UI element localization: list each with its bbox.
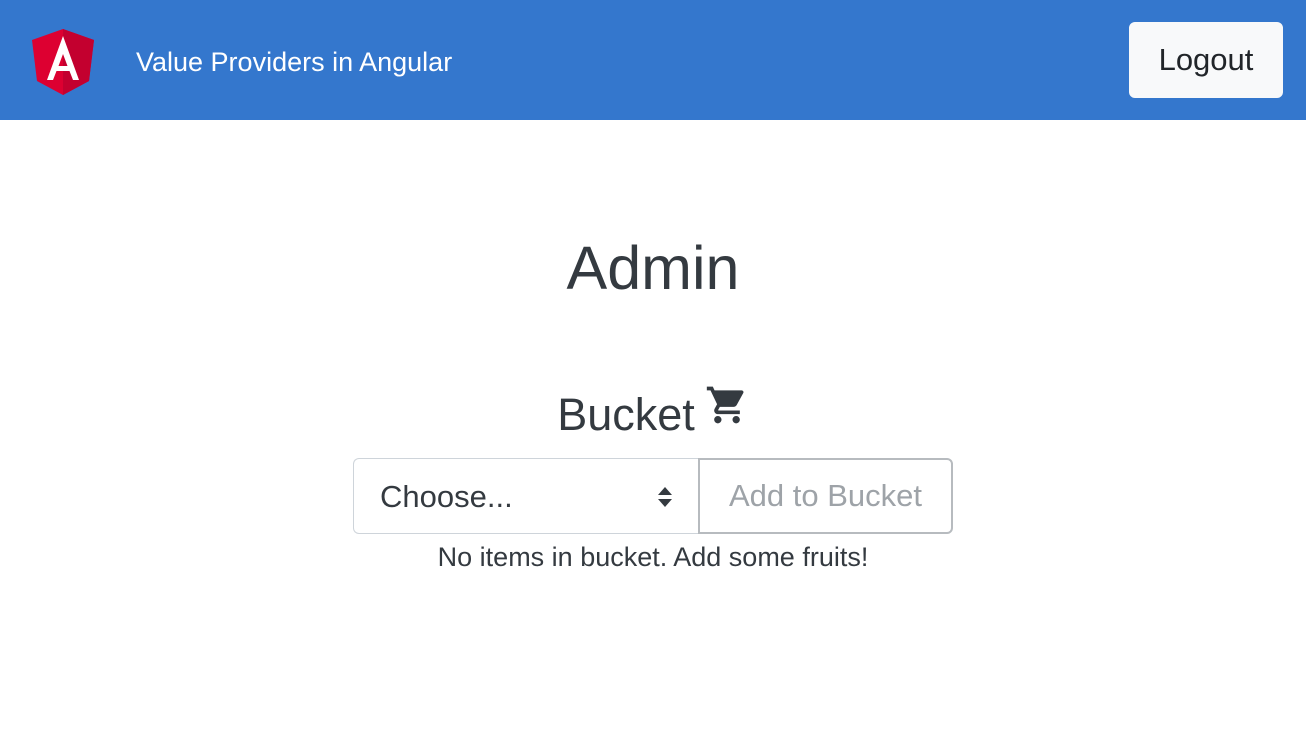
app-title[interactable]: Value Providers in Angular <box>136 44 452 80</box>
select-arrows-icon <box>658 487 672 507</box>
bucket-input-group: Choose... Add to Bucket <box>353 458 953 534</box>
add-to-bucket-button[interactable]: Add to Bucket <box>698 458 953 534</box>
bucket-heading-label: Bucket <box>557 389 695 440</box>
empty-bucket-message: No items in bucket. Add some fruits! <box>437 542 869 572</box>
fruit-select-value: Choose... <box>380 479 513 514</box>
shopping-cart-icon <box>706 386 744 424</box>
logout-button[interactable]: Logout <box>1129 22 1283 98</box>
angular-logo-icon[interactable] <box>32 29 94 95</box>
page-title: Admin <box>566 234 740 302</box>
bucket-heading: Bucket <box>0 385 1306 445</box>
navbar: Value Providers in Angular Logout <box>0 0 1306 120</box>
fruit-select[interactable]: Choose... <box>353 458 698 534</box>
